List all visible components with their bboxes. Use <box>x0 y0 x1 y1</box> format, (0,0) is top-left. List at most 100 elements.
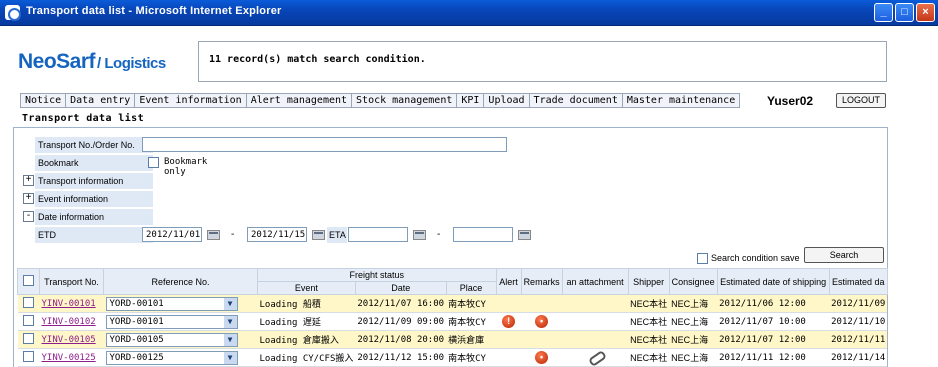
col-transport-no[interactable]: Transport No. <box>39 268 104 295</box>
search-condition-save-label: Search condition save <box>711 253 800 263</box>
eta-from-input[interactable] <box>348 227 408 242</box>
etd-label: ETD <box>35 227 153 243</box>
consignee-cell: NEC上海 <box>669 330 718 349</box>
chevron-down-icon: ▼ <box>223 351 237 364</box>
row-select-cell <box>17 348 40 367</box>
col-est-da[interactable]: Estimated da <box>828 268 888 295</box>
paperclip-icon[interactable] <box>587 351 603 363</box>
reference-no-select[interactable]: YORD-00101 ▼ <box>105 314 238 329</box>
col-est-shipping[interactable]: Estimated date of shipping <box>716 268 830 295</box>
nav-item-trade-document[interactable]: Trade document <box>530 94 623 107</box>
etd-from-input[interactable]: 2012/11/01 <box>142 227 202 242</box>
place-cell: 横浜倉庫 <box>446 330 497 349</box>
shipper-cell: NEC本社 <box>628 294 670 313</box>
transport-no-link[interactable]: YINV-00105 <box>42 335 96 345</box>
maximize-button[interactable]: □ <box>895 3 914 22</box>
place-cell: 南本牧CY <box>446 294 497 313</box>
attachment-cell <box>562 294 629 313</box>
chevron-down-icon: ▼ <box>223 297 237 310</box>
etd-to-input[interactable]: 2012/11/15 <box>247 227 307 242</box>
col-shipper[interactable]: Shipper <box>627 268 670 295</box>
col-consignee[interactable]: Consignee <box>668 268 718 295</box>
col-date[interactable]: Date <box>354 281 447 295</box>
etd-to-calendar-icon[interactable] <box>312 230 325 240</box>
table-row[interactable]: YINV-00101 YORD-00101 ▼ Loading 船積 2012/11/0… <box>17 294 888 313</box>
transport-no-link[interactable]: YINV-00102 <box>42 317 96 327</box>
nav-item-data-entry[interactable]: Data entry <box>66 94 136 107</box>
remarks-icon[interactable]: • <box>535 315 549 328</box>
col-remarks[interactable]: Remarks <box>520 268 563 295</box>
col-attachment[interactable]: an attachment <box>561 268 629 295</box>
select-all-header <box>17 268 40 295</box>
table-row[interactable]: YINV-00105 YORD-00105 ▼ Loading 倉庫搬入 2012/11… <box>17 330 888 349</box>
search-result-message: 11 record(s) match search condition. <box>209 54 426 65</box>
attachment-cell <box>562 330 629 349</box>
expand-event-info-icon[interactable]: + <box>23 193 34 204</box>
col-event[interactable]: Event <box>257 281 356 295</box>
expand-transport-info-icon[interactable]: + <box>23 175 34 186</box>
date-info-label: Date information <box>35 209 153 225</box>
collapse-date-info-icon[interactable]: - <box>23 211 34 222</box>
row-checkbox[interactable] <box>23 351 34 362</box>
eta-from-calendar-icon[interactable] <box>413 230 426 240</box>
event-cell: Loading 船積 <box>257 294 356 313</box>
row-checkbox[interactable] <box>23 297 34 308</box>
bookmark-only-checkbox[interactable] <box>148 157 159 168</box>
results-body: YINV-00101 YORD-00101 ▼ Loading 船積 2012/11/0… <box>17 294 888 367</box>
eta-to-calendar-icon[interactable] <box>518 230 531 240</box>
event-cell: Loading CY/CFS搬入 <box>257 348 356 367</box>
chevron-down-icon: ▼ <box>223 315 237 328</box>
logout-button[interactable]: LOGOUT <box>836 93 886 108</box>
est-da-cell: 2012/11/09 <box>829 294 888 313</box>
remarks-cell <box>521 294 563 313</box>
alert-icon[interactable]: ! <box>502 315 516 328</box>
nav-item-upload[interactable]: Upload <box>484 94 530 107</box>
date-cell: 2012/11/07 16:00 <box>355 294 447 313</box>
consignee-cell: NEC上海 <box>669 294 718 313</box>
close-button[interactable]: × <box>916 3 935 22</box>
col-reference-no[interactable]: Reference No. <box>103 268 258 295</box>
nav-item-master-maintenance[interactable]: Master maintenance <box>623 94 739 107</box>
shipper-cell: NEC本社 <box>628 312 670 331</box>
reference-no-select[interactable]: YORD-00101 ▼ <box>105 296 238 311</box>
transport-no-link[interactable]: YINV-00101 <box>42 299 96 309</box>
reference-no-cell: YORD-00125 ▼ <box>103 348 258 367</box>
reference-no-value: YORD-00101 <box>109 298 164 309</box>
table-row[interactable]: YINV-00102 YORD-00101 ▼ Loading 遅延 2012/11/0… <box>17 312 888 331</box>
event-cell: Loading 倉庫搬入 <box>257 330 356 349</box>
search-condition-save-checkbox[interactable] <box>697 253 708 264</box>
col-freight-status: Freight status <box>257 268 497 282</box>
col-alert[interactable]: Alert <box>495 268 522 295</box>
est-da-cell: 2012/11/10 <box>829 312 888 331</box>
minimize-button[interactable]: _ <box>874 3 893 22</box>
consignee-cell: NEC上海 <box>669 312 718 331</box>
est-shipping-cell: 2012/11/07 10:00 <box>717 312 830 331</box>
nav-item-alert-management[interactable]: Alert management <box>247 94 353 107</box>
remarks-cell: • <box>521 348 563 367</box>
remarks-cell <box>521 330 563 349</box>
logo-sub: / Logistics <box>97 55 166 72</box>
row-checkbox[interactable] <box>23 333 34 344</box>
search-button[interactable]: Search <box>804 247 884 263</box>
remarks-icon[interactable]: • <box>535 351 549 364</box>
nav-item-kpi[interactable]: KPI <box>457 94 485 107</box>
transport-no-link[interactable]: YINV-00125 <box>42 353 96 363</box>
select-all-checkbox[interactable] <box>23 275 34 286</box>
eta-to-input[interactable] <box>453 227 513 242</box>
col-place[interactable]: Place <box>445 281 497 295</box>
app-logo: NeoSarf / Logistics <box>18 50 166 74</box>
transport-no-input[interactable] <box>142 137 507 152</box>
remarks-cell: • <box>521 312 563 331</box>
reference-no-select[interactable]: YORD-00125 ▼ <box>105 350 238 365</box>
etd-from-calendar-icon[interactable] <box>207 230 220 240</box>
nav-item-stock-management[interactable]: Stock management <box>352 94 458 107</box>
nav-item-event-information[interactable]: Event information <box>135 94 247 107</box>
reference-no-select[interactable]: YORD-00105 ▼ <box>105 332 238 347</box>
eta-label: ETA <box>327 227 347 243</box>
nav-item-notice[interactable]: Notice <box>21 94 67 107</box>
consignee-cell: NEC上海 <box>669 348 718 367</box>
row-checkbox[interactable] <box>23 315 34 326</box>
eta-range-sep: - <box>437 229 441 240</box>
table-row[interactable]: YINV-00125 YORD-00125 ▼ Loading CY/CFS搬入 201… <box>17 348 888 367</box>
logo-main: NeoSarf <box>18 50 96 73</box>
